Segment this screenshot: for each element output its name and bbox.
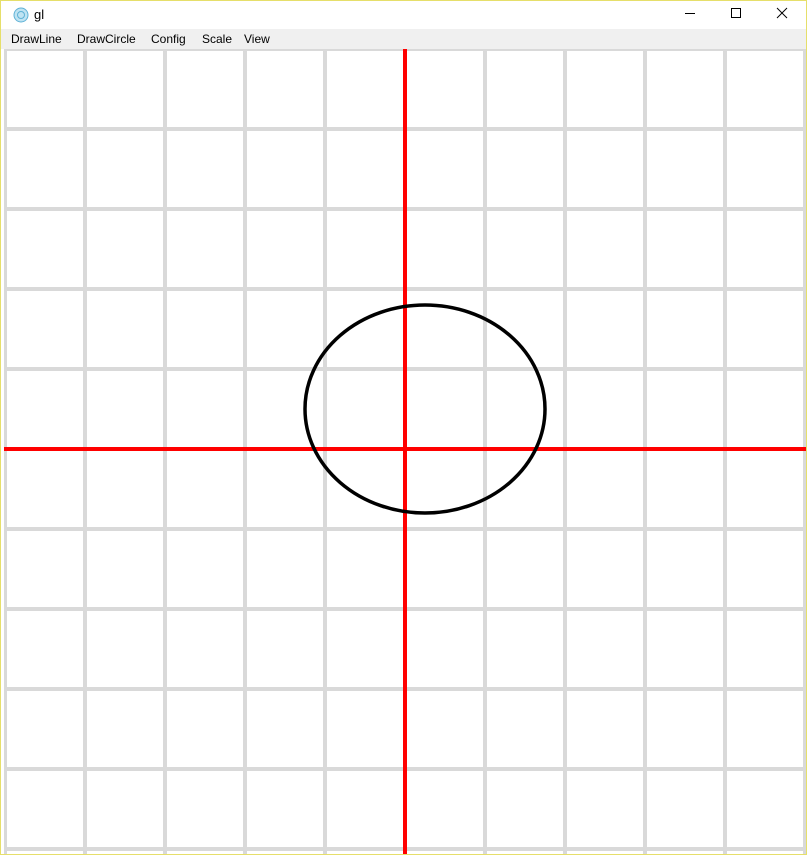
- menu-scale[interactable]: Scale: [202, 32, 232, 46]
- menu-bar: DrawLine DrawCircle Config Scale View: [1, 29, 806, 49]
- maximize-button[interactable]: [713, 1, 759, 29]
- close-button[interactable]: [759, 1, 805, 29]
- minimize-icon: [684, 6, 696, 24]
- drawing-canvas[interactable]: [3, 47, 806, 854]
- menu-config[interactable]: Config: [151, 32, 186, 46]
- menu-drawcircle[interactable]: DrawCircle: [77, 32, 136, 46]
- maximize-icon: [730, 6, 742, 24]
- menu-drawline[interactable]: DrawLine: [11, 32, 62, 46]
- app-window: gl DrawLine DrawCircle Config Scale View: [0, 0, 807, 855]
- close-icon: [776, 6, 788, 24]
- opengl-app-icon: [13, 7, 29, 23]
- canvas-svg: [3, 47, 806, 854]
- menu-view[interactable]: View: [244, 32, 270, 46]
- minimize-button[interactable]: [667, 1, 713, 29]
- window-title: gl: [34, 7, 45, 22]
- title-bar[interactable]: gl: [1, 1, 806, 29]
